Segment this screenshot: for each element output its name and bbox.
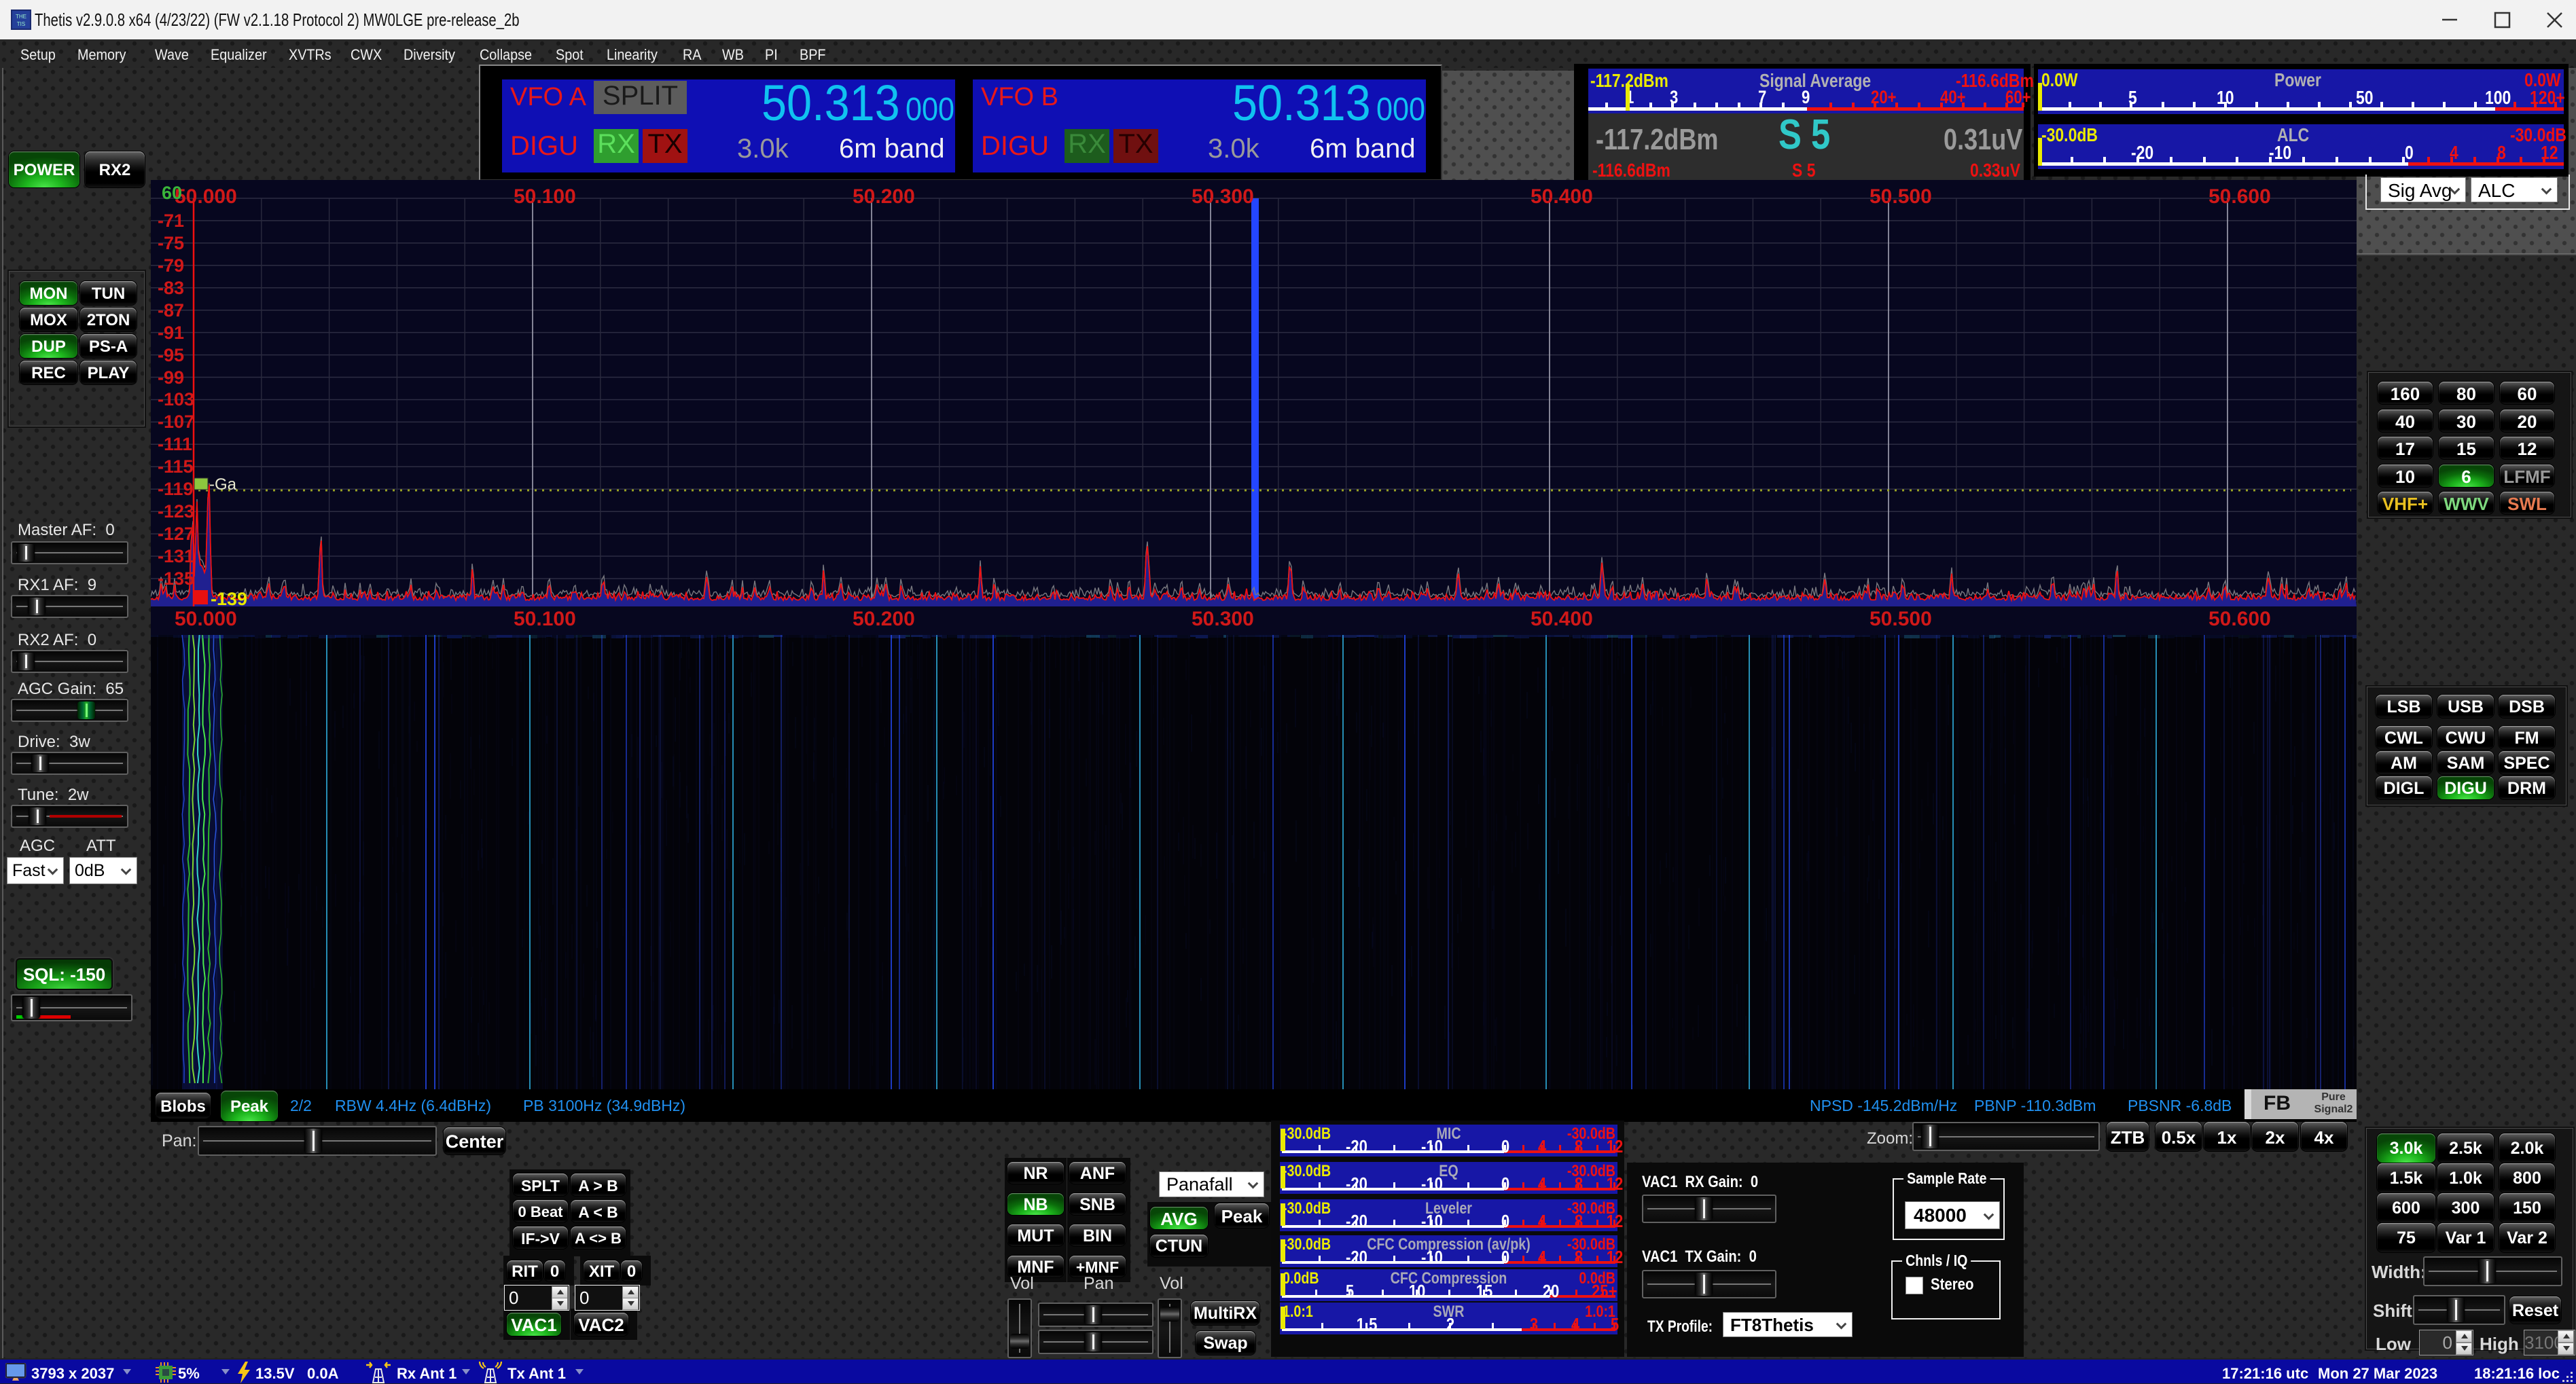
svg-text:TIS: TIS [17,21,25,27]
svg-text:THE: THE [16,14,26,20]
